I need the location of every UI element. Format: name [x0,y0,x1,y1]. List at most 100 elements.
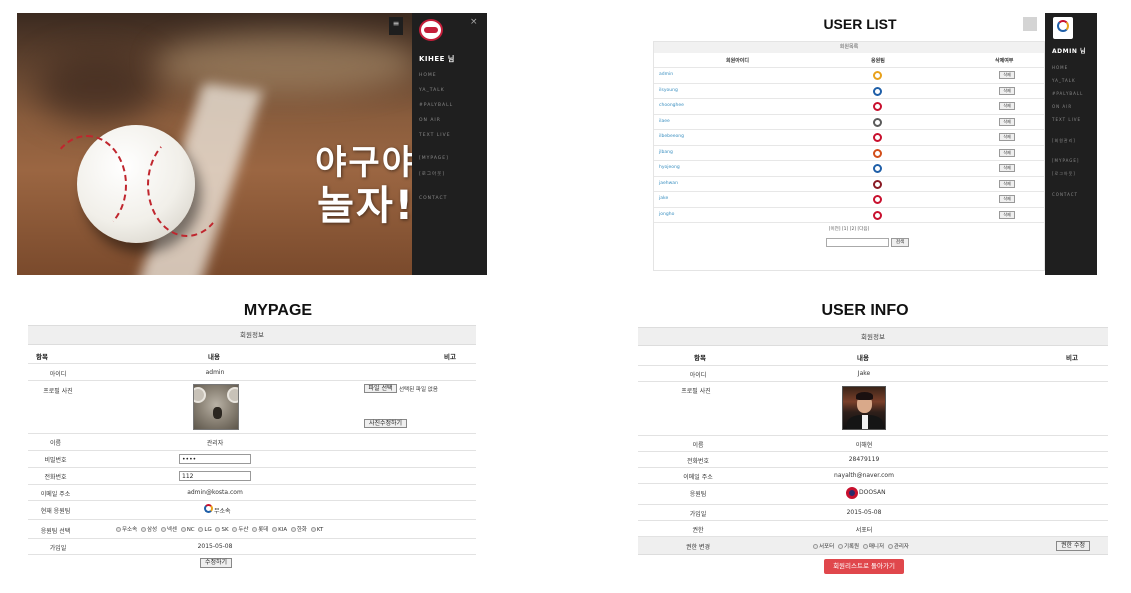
password-field[interactable]: •••• [179,454,251,464]
team-logo-icon [873,133,882,142]
user-id-link[interactable]: jlbang [659,150,673,155]
team-radio[interactable] [232,527,238,532]
row-label-team: 응원팀 [689,491,707,498]
team-option: SK [221,527,229,533]
row-label-current-team: 현재 응원팀 [40,508,71,515]
user-id-link[interactable]: hyojeong [659,165,680,170]
sidebar-item-onair[interactable]: ON AIR [1052,104,1072,109]
pagination[interactable]: [이전] [1] [2] [다음] [654,226,1044,232]
hero-panel: 야구야 놀자! ≡ × KIHEE 님 HOME YA_TALK #PALYBA… [17,13,487,275]
delete-button[interactable]: 삭제 [999,164,1015,172]
user-id-link[interactable]: jake [659,196,668,201]
sidebar-item-contact[interactable]: CONTACT [419,196,447,201]
team-radio[interactable] [272,527,278,532]
sidebar-item-logout[interactable]: [로그아웃] [419,171,445,177]
team-logo-icon [873,164,882,173]
role-radio[interactable] [813,544,818,549]
row-label-email: 이메일 주소 [40,491,71,498]
table-row: jake 삭제 [654,192,1044,208]
page-title: USER INFO [821,302,909,319]
sidebar-item-playball[interactable]: #PALYBALL [419,103,453,108]
delete-button[interactable]: 삭제 [999,86,1015,95]
delete-button[interactable]: 삭제 [999,195,1015,203]
table-row: jaehwan 삭제 [654,177,1044,192]
table-row: 권한 서포터 [638,521,1108,537]
table-caption: 회원목록 [654,42,1044,53]
user-id-link[interactable]: ilsyoung [659,88,678,93]
baseball-icon [47,125,227,243]
team-radio[interactable] [310,527,316,532]
team-radio[interactable] [252,527,258,532]
team-logo-icon [873,210,882,220]
sidebar-item-textlive[interactable]: TEXT LIVE [419,133,451,138]
delete-button[interactable]: 삭제 [999,117,1015,126]
delete-button[interactable]: 삭제 [999,102,1015,110]
team-radio-group[interactable]: 무소속 삼성 넥센 NC LG SK 두산 롯데 KIA 한화 KT [114,525,323,533]
sidebar-item-mypage[interactable]: [MYPAGE] [419,156,449,161]
sidebar: × KIHEE 님 HOME YA_TALK #PALYBALL ON AIR … [412,13,487,275]
col-header-delete: 삭제여부 [995,58,1014,64]
team-radio[interactable] [140,527,146,532]
photo-edit-button[interactable]: 사진수정하기 [364,419,407,428]
sidebar-item-playball[interactable]: #PALYBALL [1052,91,1083,96]
menu-icon[interactable]: ≡ [389,17,403,35]
row-label-photo: 프로필 사진 [43,388,73,395]
sidebar-item-textlive[interactable]: TEXT LIVE [1052,117,1081,122]
submit-button[interactable]: 수정하기 [200,558,232,568]
table-row: ilsyoung 삭제 [654,84,1044,99]
close-icon[interactable]: × [470,17,478,27]
team-logo-icon [873,102,882,111]
phone-field[interactable]: 112 [179,471,251,481]
row-value-phone: 28479119 [848,456,880,463]
user-list-table: 회원목록 회원아이디 응원팀 삭제여부 [이전] [1] [2] [다음] 검색… [653,41,1045,271]
team-radio[interactable] [215,527,221,532]
team-option: 두산 [238,527,249,533]
back-to-list-button[interactable]: 회원리스트로 돌아가기 [824,559,904,574]
sidebar-item-onair[interactable]: ON AIR [419,118,441,123]
row-value-email: admin@kosta.com [187,489,243,496]
toggle-button[interactable] [1023,17,1037,31]
team-option: 삼성 [146,527,158,533]
sidebar-item-logout[interactable]: [로그아웃] [1052,171,1076,177]
table-row: 프로필 사진 파일 선택 선택된 파일 없음 사진수정하기 [28,381,476,434]
team-logo-icon [873,86,882,96]
user-id-link[interactable]: admin [659,72,673,77]
role-radio[interactable] [887,544,893,549]
table-row: 아이디 Jake [638,366,1108,382]
sidebar-item-home[interactable]: HOME [1052,65,1068,70]
sidebar-item-yatalk[interactable]: YA_TALK [419,88,445,93]
file-select-button[interactable]: 파일 선택 [364,384,397,393]
user-id-link[interactable]: choonghee [659,103,684,108]
team-logo-icon [873,148,882,158]
sidebar-item-contact[interactable]: CONTACT [1052,192,1078,197]
team-radio[interactable] [160,527,166,532]
user-id-link[interactable]: ilbebeeong [659,134,684,139]
profile-photo [842,386,886,430]
delete-button[interactable]: 삭제 [999,148,1015,157]
search-input[interactable] [826,238,889,247]
delete-button[interactable]: 삭제 [999,71,1015,79]
team-option: NC [186,527,195,533]
sidebar-item-members[interactable]: [회원관리] [1052,138,1076,144]
team-radio[interactable] [198,527,204,532]
team-radio[interactable] [180,527,186,532]
user-id-link[interactable]: ilaee [659,119,670,124]
role-radio[interactable] [862,544,868,549]
delete-button[interactable]: 삭제 [999,179,1015,188]
delete-button[interactable]: 삭제 [999,210,1015,219]
team-radio[interactable] [290,527,296,532]
team-radio[interactable] [116,527,121,532]
row-label-name: 이름 [49,440,62,447]
sidebar-item-yatalk[interactable]: YA_TALK [1052,78,1076,83]
table-row: 이메일 주소 admin@kosta.com [28,485,476,501]
role-radio-group[interactable]: 서포터 기록원 매니저 관리자 [811,542,909,550]
role-update-button[interactable]: 권한 수정 [1056,541,1090,551]
user-id-link[interactable]: jongho [659,212,674,217]
search-button[interactable]: 검색 [891,238,909,247]
sidebar-item-mypage[interactable]: [MYPAGE] [1052,158,1079,163]
user-id-link[interactable]: jaehwan [659,181,678,186]
role-radio[interactable] [837,544,843,549]
delete-button[interactable]: 삭제 [999,133,1015,141]
row-value-name: 관리자 [206,440,224,447]
sidebar-item-home[interactable]: HOME [419,73,437,78]
